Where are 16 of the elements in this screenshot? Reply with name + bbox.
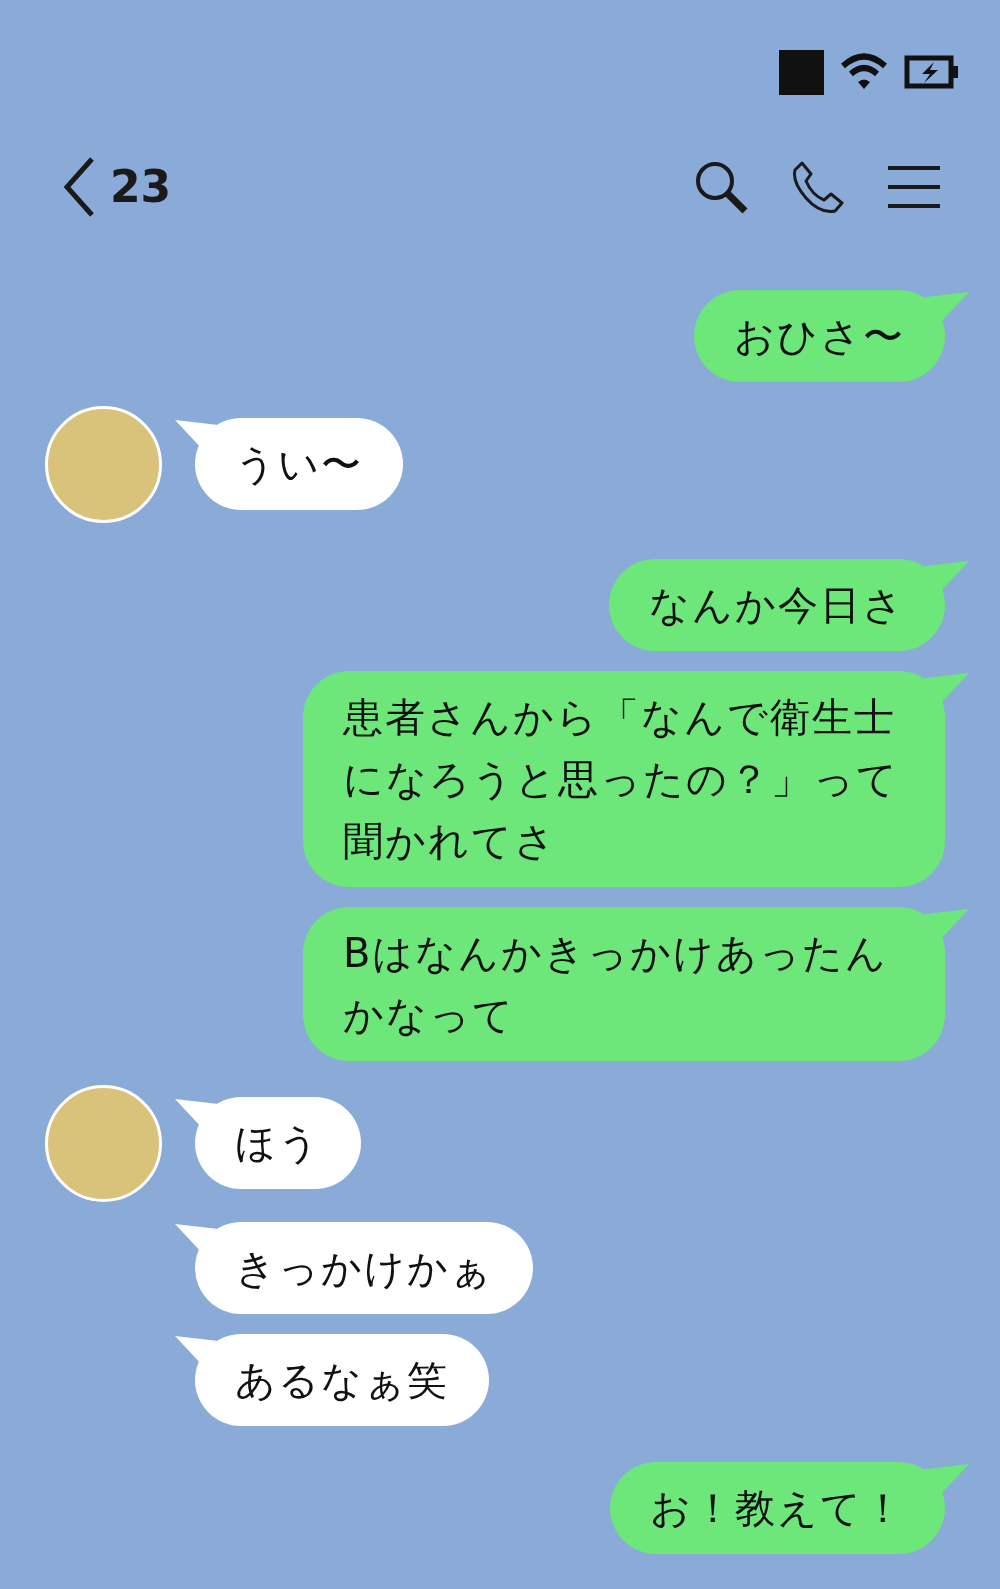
wifi-icon — [840, 53, 888, 91]
message-bubble: おひさ〜 — [694, 290, 945, 382]
phone-icon[interactable] — [792, 160, 844, 214]
message-bubble: あるなぁ笑 — [195, 1334, 489, 1426]
message-bubble: きっかけかぁ — [195, 1222, 533, 1314]
message-bubble: お！教えて！ — [610, 1462, 945, 1554]
message-bubble: Bはなんかきっかけあったんかなって — [303, 907, 945, 1061]
battery-charging-icon — [904, 55, 960, 89]
message-bubble: なんか今日さ — [609, 559, 945, 651]
message-bubble: ほう — [195, 1097, 361, 1189]
back-chevron-icon[interactable] — [62, 156, 96, 218]
menu-icon[interactable] — [888, 165, 940, 209]
message-bubble: うい〜 — [195, 418, 403, 510]
unread-count[interactable]: 23 — [110, 154, 172, 220]
message-bubble: 患者さんから「なんで衛生士になろうと思ったの？」って聞かれてさ — [303, 671, 945, 887]
search-icon[interactable] — [694, 160, 748, 214]
